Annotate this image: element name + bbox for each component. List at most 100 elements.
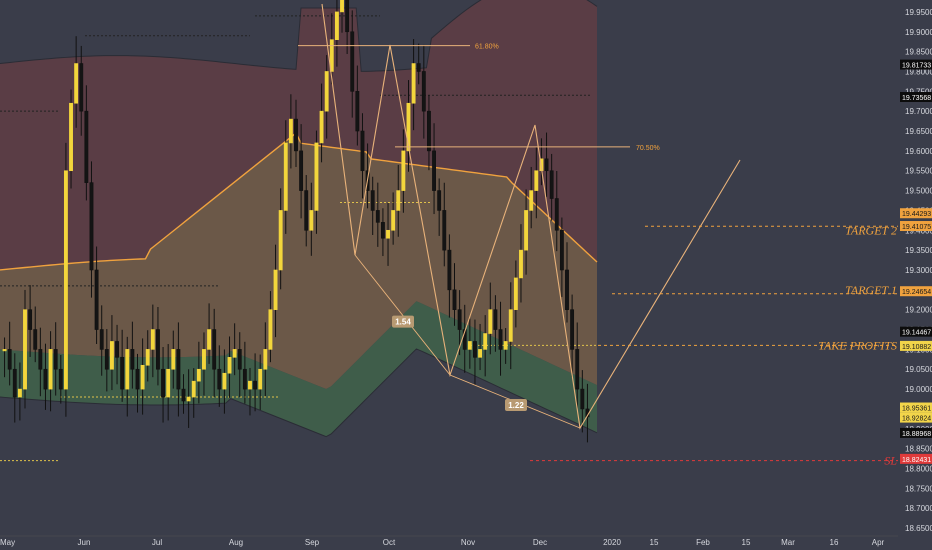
ratio-label: 1.54 [395,318,411,327]
candle-body [58,368,63,390]
price-tick-label: 19.95000 [905,8,932,17]
candle-body [186,396,191,402]
candle-body [84,110,89,183]
time-tick-label: Nov [461,538,475,547]
time-tick-label: 16 [830,538,839,547]
candle-body [237,349,242,370]
price-tick-label: 18.80000 [905,465,932,474]
candle-body [23,309,27,390]
candle-body [314,142,319,211]
candle-body [33,329,38,350]
candle-body [232,349,237,358]
candle-body [421,71,426,112]
candle-body [478,349,483,358]
price-tick-label: 18.65000 [905,524,932,533]
candle-body [386,229,390,239]
time-tick-label: Oct [383,538,396,547]
price-tag-label: 19.44293 [902,211,931,218]
candle-body [575,349,580,390]
candle-body [508,309,513,342]
candle-body [242,368,247,390]
candle-body [181,388,186,402]
candle-body [493,309,498,330]
price-tick-label: 18.75000 [905,484,932,493]
candle-body [12,368,17,398]
price-tick-label: 19.65000 [905,127,932,136]
candle-body [161,368,165,398]
candle-body [396,190,401,211]
candle-body [104,349,109,370]
price-tick-label: 19.90000 [905,28,932,37]
price-tag-label: 18.95361 [902,406,931,413]
price-tag-label: 18.82431 [902,457,931,464]
candle-body [278,210,283,271]
time-tick-label: Jul [152,538,162,547]
candle-body [309,210,314,231]
candle-body [38,349,43,370]
candle-body [503,341,508,350]
candle-body [467,341,472,350]
candle-body [401,150,406,191]
candle-body [554,198,559,231]
candle-body [544,158,549,172]
price-tag-label: 19.81733 [902,63,931,70]
candle-body [319,110,324,144]
candle-body [89,182,94,271]
price-tag-label: 19.73568 [902,95,931,102]
annotation-target-1: TARGET 1 [845,283,897,297]
time-tick-label: Dec [533,538,547,547]
candle-body [483,333,488,350]
candle-body [253,380,258,390]
candle-body [145,349,150,366]
price-tick-label: 19.55000 [905,167,932,176]
candle-body [380,222,385,239]
candle-body [488,309,493,334]
candle-body [452,289,457,310]
price-chart[interactable]: 61.80% 70.50% 1.54 1.22 TARGET 2 TARGET 1 TAKE… [0,0,932,550]
candle-body [53,349,58,370]
annotation-target-2: TARGET 2 [845,223,897,237]
candle-body [355,91,360,132]
time-tick-label: Aug [229,538,243,547]
time-tick-label: Apr [872,538,885,547]
candle-body [416,63,421,72]
candle-body [63,170,68,390]
candle-body [529,190,534,211]
time-tick-label: 15 [742,538,751,547]
candle-body [69,102,73,172]
candle-body [534,170,539,191]
annotation-take-profits: TAKE PROFITS [818,338,897,352]
candle-body [288,118,293,144]
price-tag-label: 19.41075 [902,224,931,231]
candle-body [559,229,564,271]
price-tick-label: 19.05000 [905,365,932,374]
candle-body [391,210,396,231]
candle-body [99,329,104,350]
price-tag-label: 18.88968 [902,431,931,438]
candle-body [28,309,33,330]
time-tick-label: Mar [781,538,795,547]
candle-body [519,249,523,279]
candle-body [2,349,7,352]
candle-body [227,357,232,374]
price-tick-label: 18.70000 [905,504,932,513]
candle-body [370,190,375,211]
candle-body [263,349,268,370]
price-tick-label: 19.70000 [905,107,932,116]
candle-body [375,210,380,223]
candle-body [411,63,416,104]
candle-body [109,341,114,370]
candle-body [283,142,288,211]
candle-body [48,349,53,390]
price-tick-label: 19.50000 [905,187,932,196]
candle-body [442,210,447,251]
price-axis[interactable]: 19.9500019.9000019.8500019.8000019.75000… [898,0,932,550]
candle-body [74,63,79,104]
candle-body [150,329,155,350]
candle-body [334,11,339,41]
price-tick-label: 19.85000 [905,48,932,57]
price-tag-label: 19.10882 [902,344,931,351]
annotation-sl: SL [884,454,897,468]
candle-body [524,210,529,251]
candle-body [222,372,227,390]
